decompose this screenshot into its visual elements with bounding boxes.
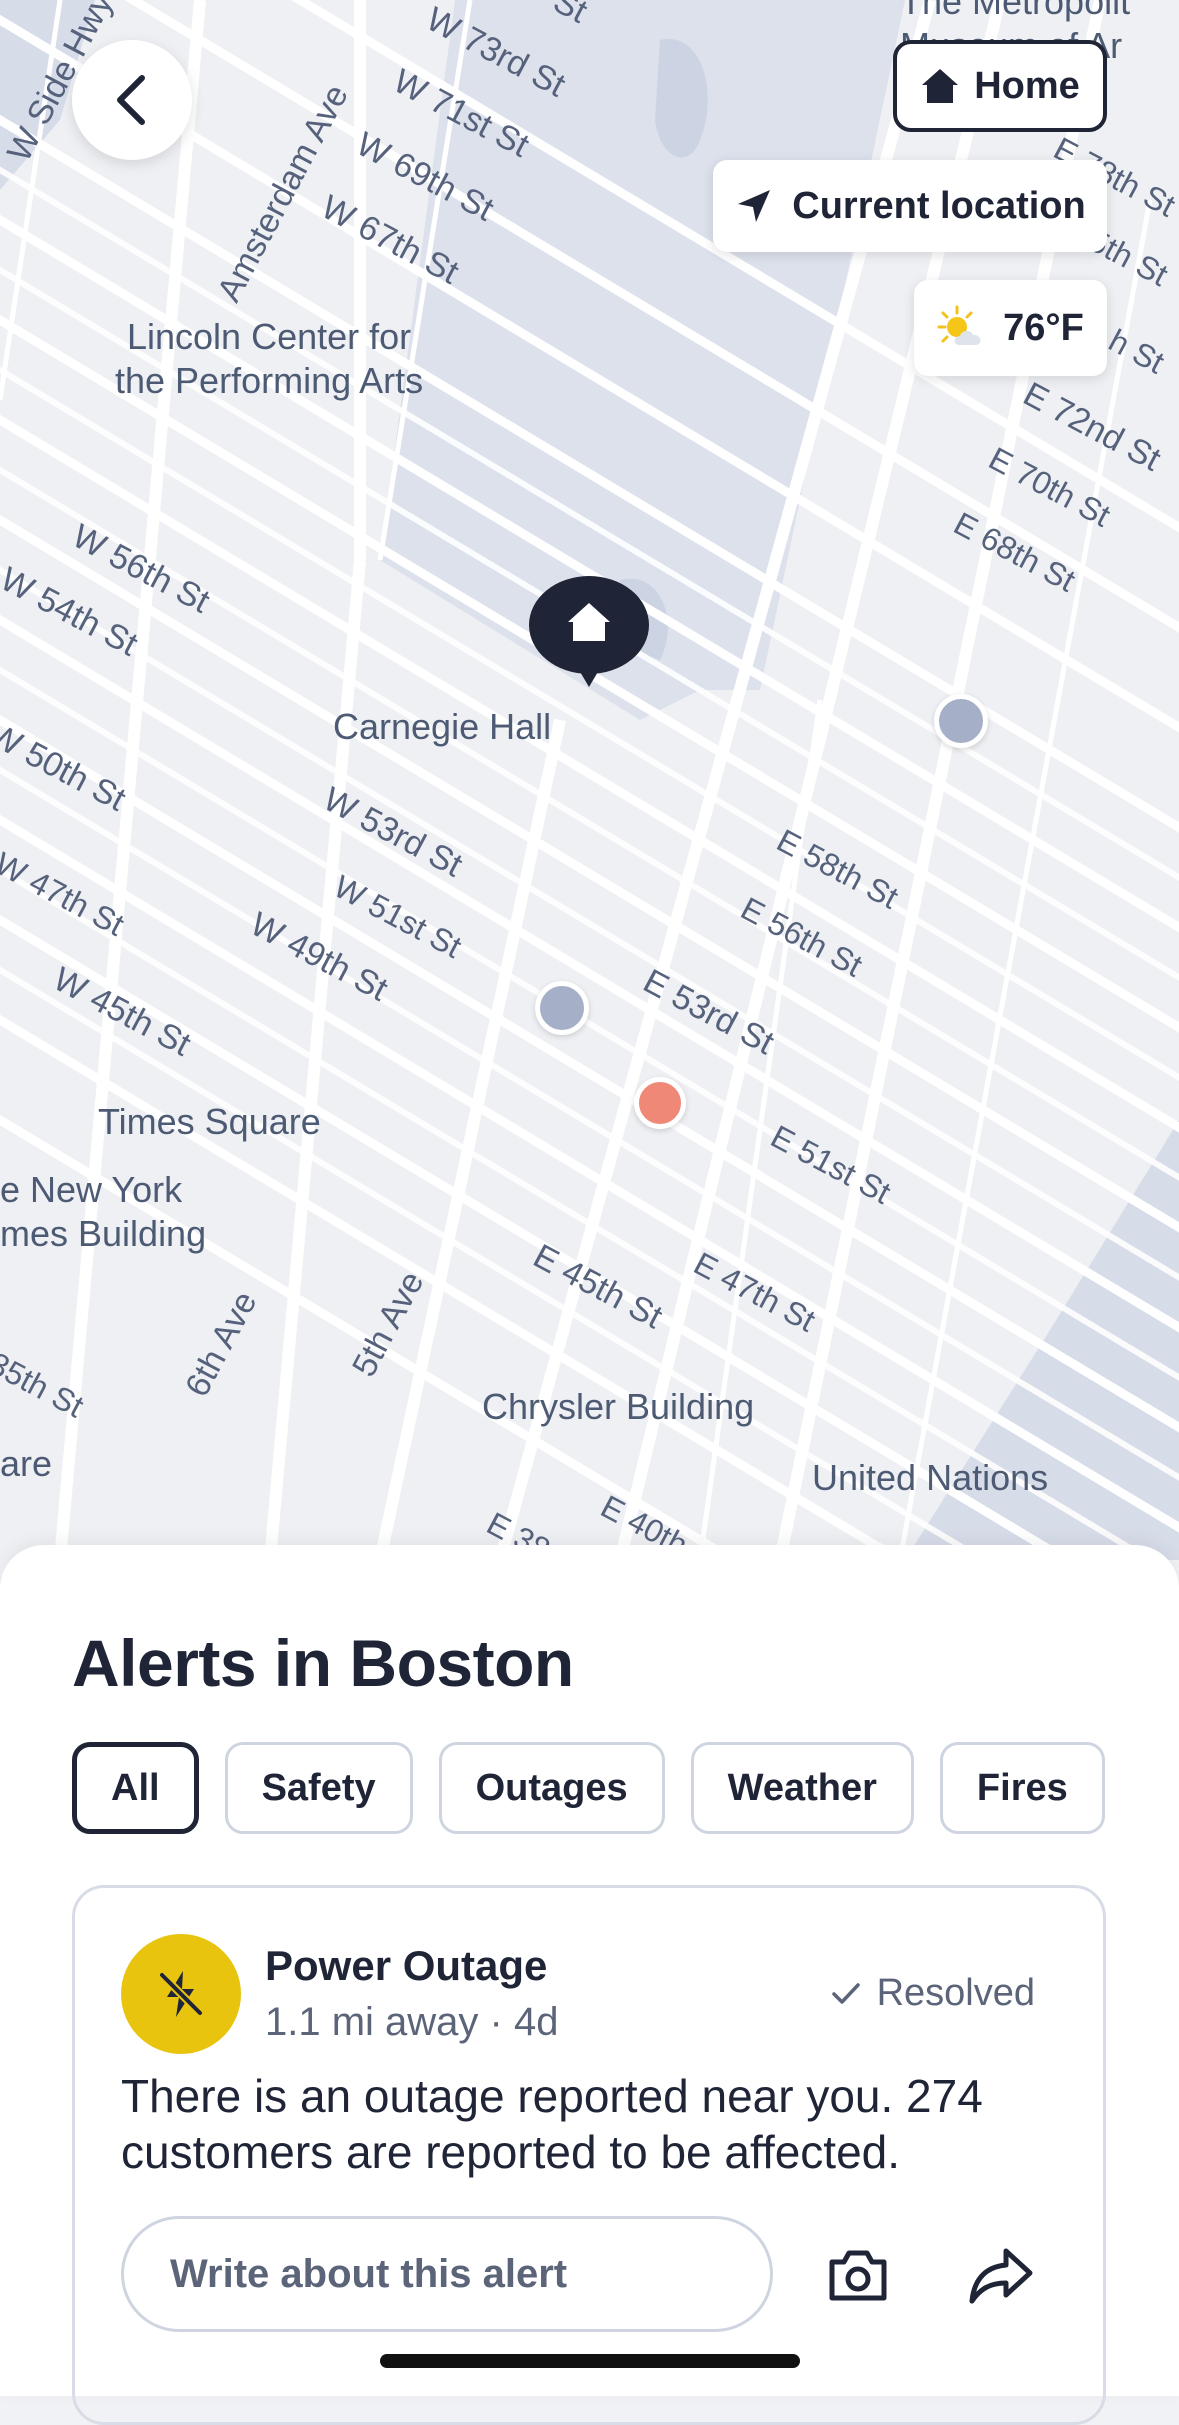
- home-indicator: [380, 2354, 800, 2368]
- poi-label: are: [0, 1443, 53, 1484]
- camera-icon: [829, 2250, 887, 2301]
- filter-chip-safety[interactable]: Safety: [224, 1742, 413, 1834]
- map-marker-grey[interactable]: [535, 981, 589, 1035]
- power-off-icon: [157, 1970, 205, 2018]
- share-arrow-icon: [969, 2248, 1033, 2304]
- alert-meta: 1.1 mi away · 4d: [265, 2000, 559, 2044]
- filter-chip-fires[interactable]: Fires: [939, 1742, 1105, 1834]
- weather-chip[interactable]: 76°F: [914, 280, 1107, 376]
- filter-chip-all[interactable]: All: [72, 1742, 199, 1834]
- navigation-arrow-icon: [738, 190, 771, 222]
- poi-label: Chrysler Building: [482, 1386, 755, 1427]
- home-button[interactable]: Home: [893, 40, 1107, 132]
- map-pin: [529, 576, 649, 687]
- current-location-button[interactable]: Current location: [713, 160, 1107, 252]
- house-icon: [922, 69, 959, 103]
- home-button-label: Home: [974, 64, 1080, 107]
- alert-icon-badge: [121, 1934, 241, 2054]
- comment-input[interactable]: Write about this alert: [121, 2216, 773, 2332]
- poi-label: United Nations: [812, 1457, 1049, 1498]
- current-location-label: Current location: [792, 184, 1086, 227]
- sheet-title: Alerts in Boston: [72, 1626, 574, 1700]
- status-badge: Resolved: [831, 1972, 1035, 2015]
- poi-label: Times Square: [98, 1101, 321, 1142]
- partly-sunny-icon: [937, 305, 981, 345]
- alert-title: Power Outage: [265, 1942, 548, 1989]
- filter-chip-outages[interactable]: Outages: [438, 1742, 665, 1834]
- alerts-sheet: Alerts in Boston All Safety Outages Weat…: [0, 1545, 1179, 2425]
- home-map-pin[interactable]: [528, 575, 650, 689]
- alert-description: There is an outage reported near you. 27…: [121, 2070, 983, 2178]
- map-marker-alert[interactable]: [634, 1077, 686, 1129]
- camera-button[interactable]: [817, 2234, 899, 2316]
- weather-temperature: 76°F: [1003, 306, 1084, 349]
- map-marker-grey[interactable]: [934, 694, 988, 748]
- back-button[interactable]: [72, 40, 192, 160]
- filter-chip-weather[interactable]: Weather: [690, 1742, 914, 1834]
- poi-label: e New York mes Building: [0, 1169, 207, 1254]
- filter-chips: All Safety Outages Weather Fires: [72, 1742, 1105, 1834]
- alert-card[interactable]: Power Outage 1.1 mi away · 4d Resolved T…: [72, 1885, 1106, 2425]
- share-button[interactable]: [960, 2234, 1042, 2316]
- chevron-left-icon: [117, 75, 145, 125]
- poi-label: Lincoln Center for the Performing Arts: [115, 316, 424, 401]
- map-view[interactable]: W 73rd St W 71st St W 69th St W 67th St …: [0, 0, 1179, 1560]
- status-label: Resolved: [876, 1972, 1035, 2014]
- poi-label: Carnegie Hall: [333, 706, 552, 747]
- check-icon: [831, 1982, 860, 2004]
